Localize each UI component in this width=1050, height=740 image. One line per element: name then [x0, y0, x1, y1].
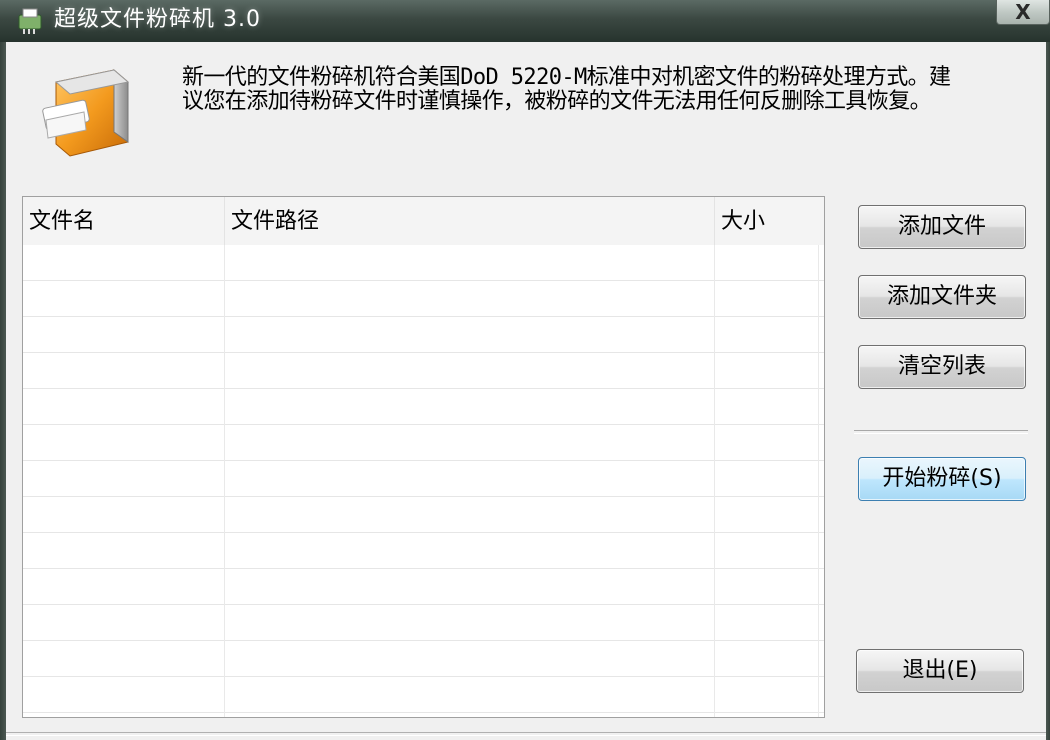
bottom-divider	[6, 732, 1046, 736]
file-list-body	[23, 245, 824, 713]
clear-list-button[interactable]: 清空列表	[858, 345, 1026, 389]
main-window: 超级文件粉碎机 3.0 X 新一代的文件粉碎机符合美国DoD 5220-M标准中…	[0, 0, 1050, 740]
list-row	[23, 425, 824, 461]
description-text: 新一代的文件粉碎机符合美国DoD 5220-M标准中对机密文件的粉碎处理方式。建…	[182, 65, 951, 114]
list-row	[23, 461, 824, 497]
column-header-size[interactable]: 大小	[714, 197, 818, 245]
list-row	[23, 569, 824, 605]
column-header-filepath[interactable]: 文件路径	[224, 197, 714, 245]
list-row	[23, 497, 824, 533]
list-row	[23, 605, 824, 641]
close-button[interactable]: X	[996, 0, 1050, 25]
button-separator	[854, 430, 1028, 434]
column-divider	[224, 245, 225, 717]
list-row	[23, 677, 824, 713]
list-row	[23, 245, 824, 281]
list-row	[23, 533, 824, 569]
list-row	[23, 353, 824, 389]
add-file-button[interactable]: 添加文件	[858, 205, 1026, 249]
file-list[interactable]: 文件名 文件路径 大小	[22, 196, 825, 718]
shredder-logo	[42, 68, 130, 157]
add-folder-button[interactable]: 添加文件夹	[858, 275, 1026, 319]
list-row	[23, 389, 824, 425]
window-frame-right	[1046, 42, 1050, 740]
start-shred-button[interactable]: 开始粉碎(S)	[858, 457, 1026, 501]
exit-button[interactable]: 退出(E)	[856, 649, 1024, 693]
shredder-icon	[18, 8, 42, 34]
file-list-header: 文件名 文件路径 大小	[23, 197, 824, 245]
client-area: 新一代的文件粉碎机符合美国DoD 5220-M标准中对机密文件的粉碎处理方式。建…	[6, 42, 1046, 740]
list-row	[23, 317, 824, 353]
list-row	[23, 281, 824, 317]
title-bar: 超级文件粉碎机 3.0 X	[0, 0, 1050, 42]
column-divider	[818, 245, 819, 717]
column-header-filename[interactable]: 文件名	[23, 197, 224, 245]
list-row	[23, 641, 824, 677]
column-divider	[714, 245, 715, 717]
window-title: 超级文件粉碎机 3.0	[54, 7, 261, 32]
